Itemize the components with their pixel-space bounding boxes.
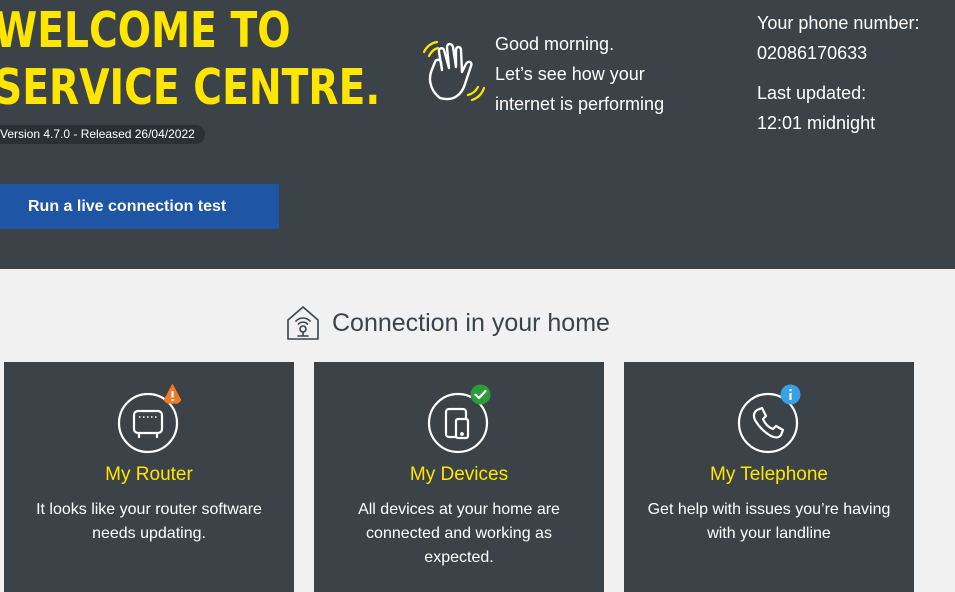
section-heading: Connection in your home: [286, 303, 610, 343]
version-badge: Version 4.7.0 - Released 26/04/2022: [0, 125, 205, 144]
card-description: Get help with issues you’re having with …: [647, 501, 891, 542]
card-my-telephone[interactable]: My Telephone Get help with issues you’re…: [624, 362, 914, 592]
card-my-router[interactable]: My Router It looks like your router soft…: [4, 362, 294, 592]
hero-banner: WELCOME TO SERVICE CENTRE. Version 4.7.0…: [0, 0, 955, 269]
greeting-line-3: internet is performing: [495, 94, 665, 114]
phone-number-value: 02086170633: [757, 43, 868, 63]
card-title: My Telephone: [710, 464, 828, 485]
greeting-line-1: Good morning.: [495, 34, 615, 54]
page-title: WELCOME TO SERVICE CENTRE.: [0, 2, 380, 116]
waving-hand-icon: [422, 40, 486, 102]
last-updated-value: 12:01 midnight: [757, 113, 876, 133]
run-live-connection-test-button[interactable]: Run a live connection test: [0, 184, 279, 229]
warning-badge-icon: [162, 384, 183, 404]
phone-number-label: Your phone number:: [757, 13, 920, 33]
greeting-message: Good morning. Let’s see how your interne…: [495, 29, 715, 119]
greeting-line-2: Let’s see how your: [495, 64, 645, 84]
check-badge-icon: [470, 384, 491, 405]
home-wifi-icon: [287, 306, 319, 340]
card-my-devices[interactable]: My Devices All devices at your home are …: [314, 362, 604, 592]
section-title: Connection in your home: [332, 308, 610, 337]
card-title: My Router: [105, 464, 193, 485]
card-title: My Devices: [409, 464, 509, 485]
account-info: Your phone number: 02086170633 Last upda…: [757, 8, 919, 138]
card-description: All devices at your home are connected a…: [358, 501, 560, 566]
info-badge-icon: [780, 384, 801, 405]
page-title-line-1: WELCOME TO: [0, 2, 291, 59]
page-title-line-2: SERVICE CENTRE.: [0, 59, 381, 116]
card-description: It looks like your router software needs…: [36, 501, 262, 542]
last-updated-label: Last updated:: [757, 83, 867, 103]
